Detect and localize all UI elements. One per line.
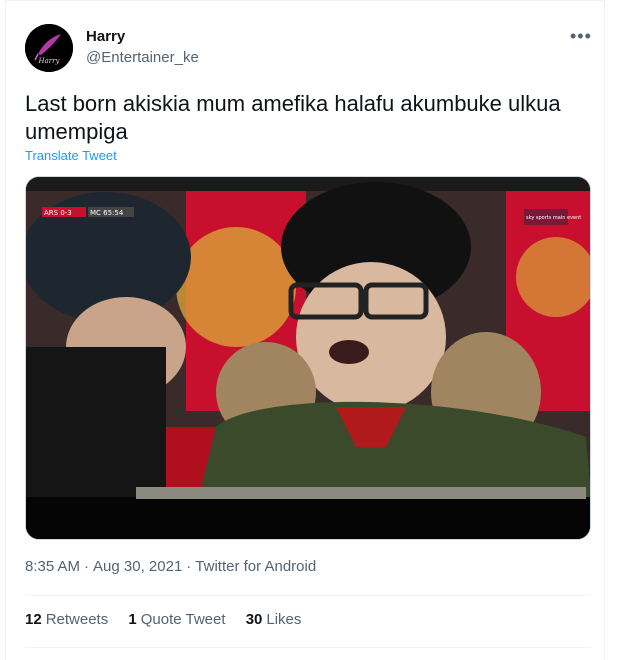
quotes-label: Quote Tweet bbox=[140, 611, 226, 628]
retweets-count: 12 bbox=[25, 611, 42, 628]
tweet-text: Last born akiskia mum amefika halafu aku… bbox=[25, 91, 561, 144]
likes-label: Likes bbox=[266, 611, 302, 628]
tweet-stats: 12 Retweets 1 Quote Tweet 30 Likes bbox=[25, 611, 317, 628]
tweet-media-image[interactable]: ARS 0-3 MC 65:54 sky sports main event bbox=[25, 176, 591, 540]
scoreboard-left-text: ARS 0-3 bbox=[44, 209, 72, 217]
quotes-count: 1 bbox=[128, 611, 137, 628]
tweet-date[interactable]: Aug 30, 2021 bbox=[93, 558, 182, 575]
retweets-label: Retweets bbox=[45, 611, 109, 628]
avatar[interactable]: Harry bbox=[25, 24, 73, 72]
retweets-stat[interactable]: 12 Retweets bbox=[25, 611, 108, 628]
avatar-logo-text: Harry bbox=[38, 57, 61, 65]
likes-stat[interactable]: 30 Likes bbox=[246, 611, 302, 628]
tweet-source[interactable]: Twitter for Android bbox=[195, 558, 316, 575]
likes-count: 30 bbox=[245, 611, 263, 628]
author-name[interactable]: Harry bbox=[86, 28, 125, 45]
divider bbox=[25, 595, 591, 596]
tweet-time[interactable]: 8:35 AM bbox=[25, 558, 80, 575]
more-options-icon[interactable]: ••• bbox=[570, 26, 592, 47]
scoreboard-right-text: MC 65:54 bbox=[90, 209, 124, 217]
translate-tweet-link[interactable]: Translate Tweet bbox=[25, 148, 117, 163]
divider-bottom bbox=[25, 647, 591, 648]
author-handle[interactable]: @Entertainer_ke bbox=[86, 49, 199, 66]
tweet-meta: 8:35 AM · Aug 30, 2021 · Twitter for Android bbox=[25, 558, 317, 575]
feather-quill-icon: Harry bbox=[25, 24, 73, 72]
broadcaster-logo-text: sky sports main event bbox=[526, 215, 581, 221]
quote-tweets-stat[interactable]: 1 Quote Tweet bbox=[128, 611, 225, 628]
